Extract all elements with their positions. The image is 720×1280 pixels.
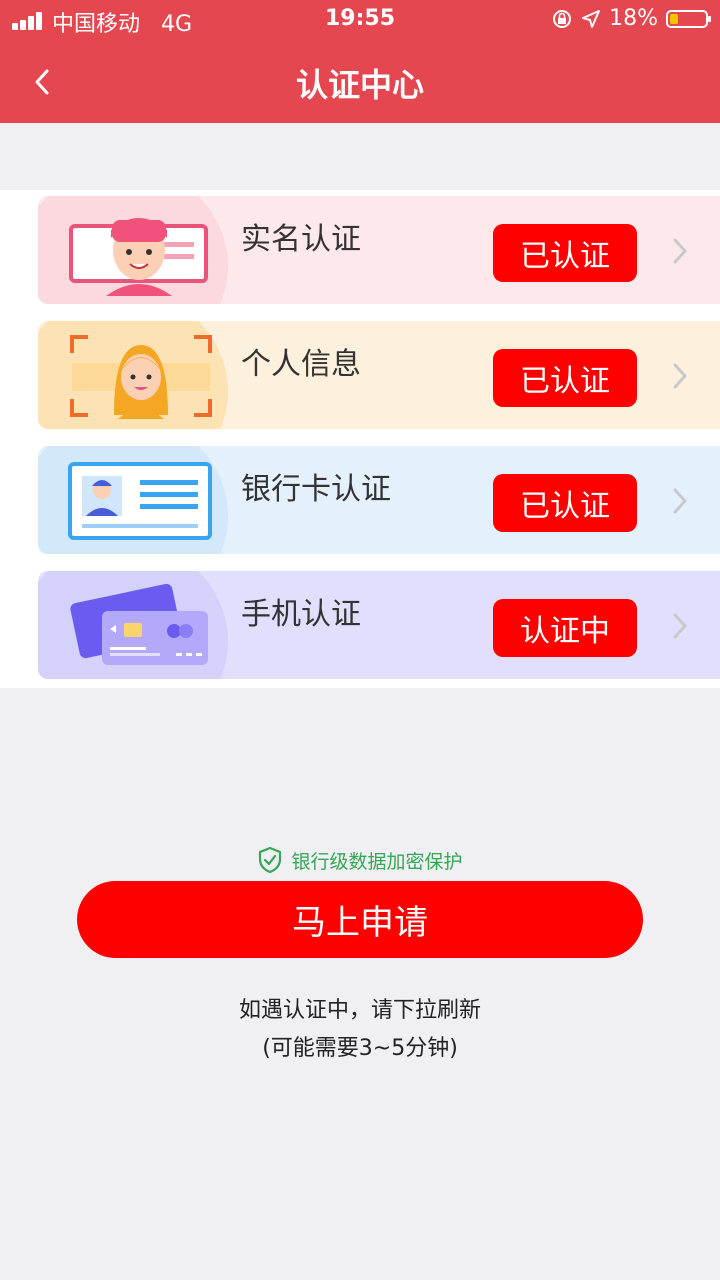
battery-percent: 18% <box>609 6 658 31</box>
face-scan-icon <box>70 335 212 419</box>
page-title: 认证中心 <box>295 66 424 104</box>
verify-card-phone[interactable]: 手机认证 认证中 <box>38 571 720 679</box>
status-right: 18% <box>551 6 711 31</box>
verify-card-realname[interactable]: 实名认证 已认证 <box>38 196 720 304</box>
status-badge: 认证中 <box>493 599 637 657</box>
wait-time-hint: (可能需要3~5分钟) <box>262 1036 458 1061</box>
card-label: 手机认证 <box>241 597 361 632</box>
bank-card-icon <box>70 583 208 665</box>
security-note: 银行级数据加密保护 <box>0 846 720 874</box>
card-label: 个人信息 <box>241 347 361 382</box>
battery-icon <box>666 9 711 28</box>
nav-bar: 认证中心 <box>0 40 720 123</box>
apply-now-button[interactable]: 马上申请 <box>77 881 643 958</box>
verification-list: 实名认证 已认证 个人信息 已认证 银行卡认证 已认证 手机认证 认证中 <box>0 190 720 688</box>
shield-check-icon <box>259 846 282 874</box>
location-arrow-icon <box>582 9 601 28</box>
status-badge: 已认证 <box>493 224 637 282</box>
refresh-hint: 如遇认证中，请下拉刷新 <box>238 998 481 1023</box>
status-badge: 已认证 <box>493 474 637 532</box>
status-bar: 中国移动 4G 19:55 18% <box>0 0 720 40</box>
chevron-right-icon <box>673 363 687 389</box>
status-badge: 已认证 <box>493 349 637 407</box>
verify-card-bank-card[interactable]: 银行卡认证 已认证 <box>38 446 720 554</box>
id-card-icon <box>68 462 212 540</box>
chevron-right-icon <box>673 238 687 264</box>
orientation-lock-icon <box>553 9 572 28</box>
chevron-right-icon <box>673 613 687 639</box>
verify-card-personal-info[interactable]: 个人信息 已认证 <box>38 321 720 429</box>
security-text: 银行级数据加密保护 <box>291 850 463 873</box>
id-face-icon <box>69 218 208 296</box>
card-label: 实名认证 <box>241 222 361 257</box>
chevron-right-icon <box>673 488 687 514</box>
card-label: 银行卡认证 <box>241 472 391 507</box>
